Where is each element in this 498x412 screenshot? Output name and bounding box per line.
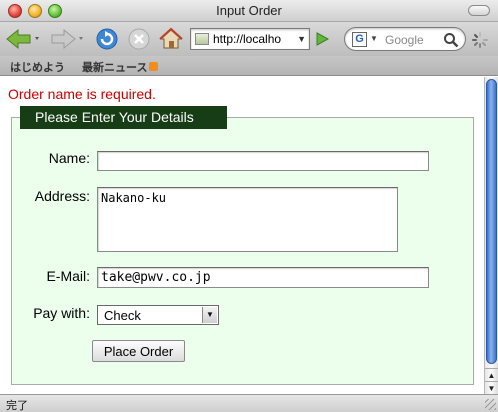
- vertical-scrollbar[interactable]: ▲ ▼: [484, 77, 498, 394]
- address-bar[interactable]: http://localho ▼: [190, 28, 310, 50]
- scrollbar-thumb[interactable]: [486, 79, 497, 364]
- resize-grip-icon[interactable]: [485, 399, 496, 410]
- address-bar-url: http://localho: [213, 32, 282, 46]
- bookmark-getting-started[interactable]: はじめよう: [10, 59, 65, 75]
- pay-with-selected-value: Check: [104, 308, 141, 323]
- go-button[interactable]: [314, 31, 330, 47]
- name-input[interactable]: [97, 151, 429, 171]
- status-text: 完了: [6, 400, 28, 412]
- window-title: Input Order: [216, 3, 282, 18]
- pay-with-label: Pay with:: [33, 305, 90, 321]
- magnifier-icon[interactable]: [443, 32, 459, 48]
- history-dropdown-icon[interactable]: ▼: [297, 34, 306, 44]
- page-favicon-icon: [195, 33, 209, 45]
- loading-spinner-icon: [472, 32, 488, 48]
- stop-icon: [128, 28, 150, 50]
- search-engine-dropdown-icon[interactable]: ▼: [370, 34, 378, 43]
- error-message: Order name is required.: [8, 86, 156, 102]
- scroll-up-arrow-icon[interactable]: ▲: [485, 368, 498, 381]
- search-placeholder: Google: [385, 33, 424, 47]
- title-bar: Input Order: [0, 0, 498, 22]
- bookmark-latest-news[interactable]: 最新ニュース: [82, 59, 147, 75]
- search-engine-icon[interactable]: G: [352, 32, 367, 47]
- email-input[interactable]: [97, 267, 429, 288]
- reload-icon: [96, 28, 118, 50]
- name-label: Name:: [48, 150, 90, 166]
- fieldset-legend: Please Enter Your Details: [20, 106, 227, 129]
- email-label: E-Mail:: [46, 268, 90, 284]
- navigation-toolbar: http://localho ▼ G ▼ Google: [0, 22, 498, 56]
- bookmarks-bar: はじめよう 最新ニュース: [0, 56, 498, 76]
- back-button[interactable]: [4, 27, 44, 51]
- status-bar: 完了: [0, 394, 498, 412]
- select-dropdown-arrow-icon: ▼: [202, 307, 217, 323]
- place-order-button[interactable]: Place Order: [92, 340, 185, 362]
- reload-button[interactable]: [94, 27, 120, 51]
- go-arrow-icon: [316, 32, 330, 46]
- rss-feed-icon: [149, 62, 158, 71]
- scroll-down-arrow-icon[interactable]: ▼: [485, 381, 498, 394]
- address-textarea[interactable]: Nakano-ku: [97, 187, 398, 252]
- forward-arrow-icon: [51, 28, 83, 50]
- stop-button[interactable]: [126, 27, 152, 51]
- browser-window: Input Order http://localho ▼ G ▼ Google …: [0, 0, 498, 412]
- back-arrow-icon: [6, 28, 39, 50]
- home-icon: [159, 27, 183, 49]
- pay-with-select[interactable]: Check ▼: [97, 305, 219, 325]
- home-button[interactable]: [158, 27, 184, 51]
- search-box[interactable]: G ▼ Google: [344, 27, 466, 51]
- address-label: Address:: [34, 188, 90, 204]
- forward-button[interactable]: [48, 27, 88, 51]
- toolbar-toggle-button[interactable]: [468, 5, 490, 16]
- page-content: Order name is required. Please Enter You…: [0, 77, 484, 394]
